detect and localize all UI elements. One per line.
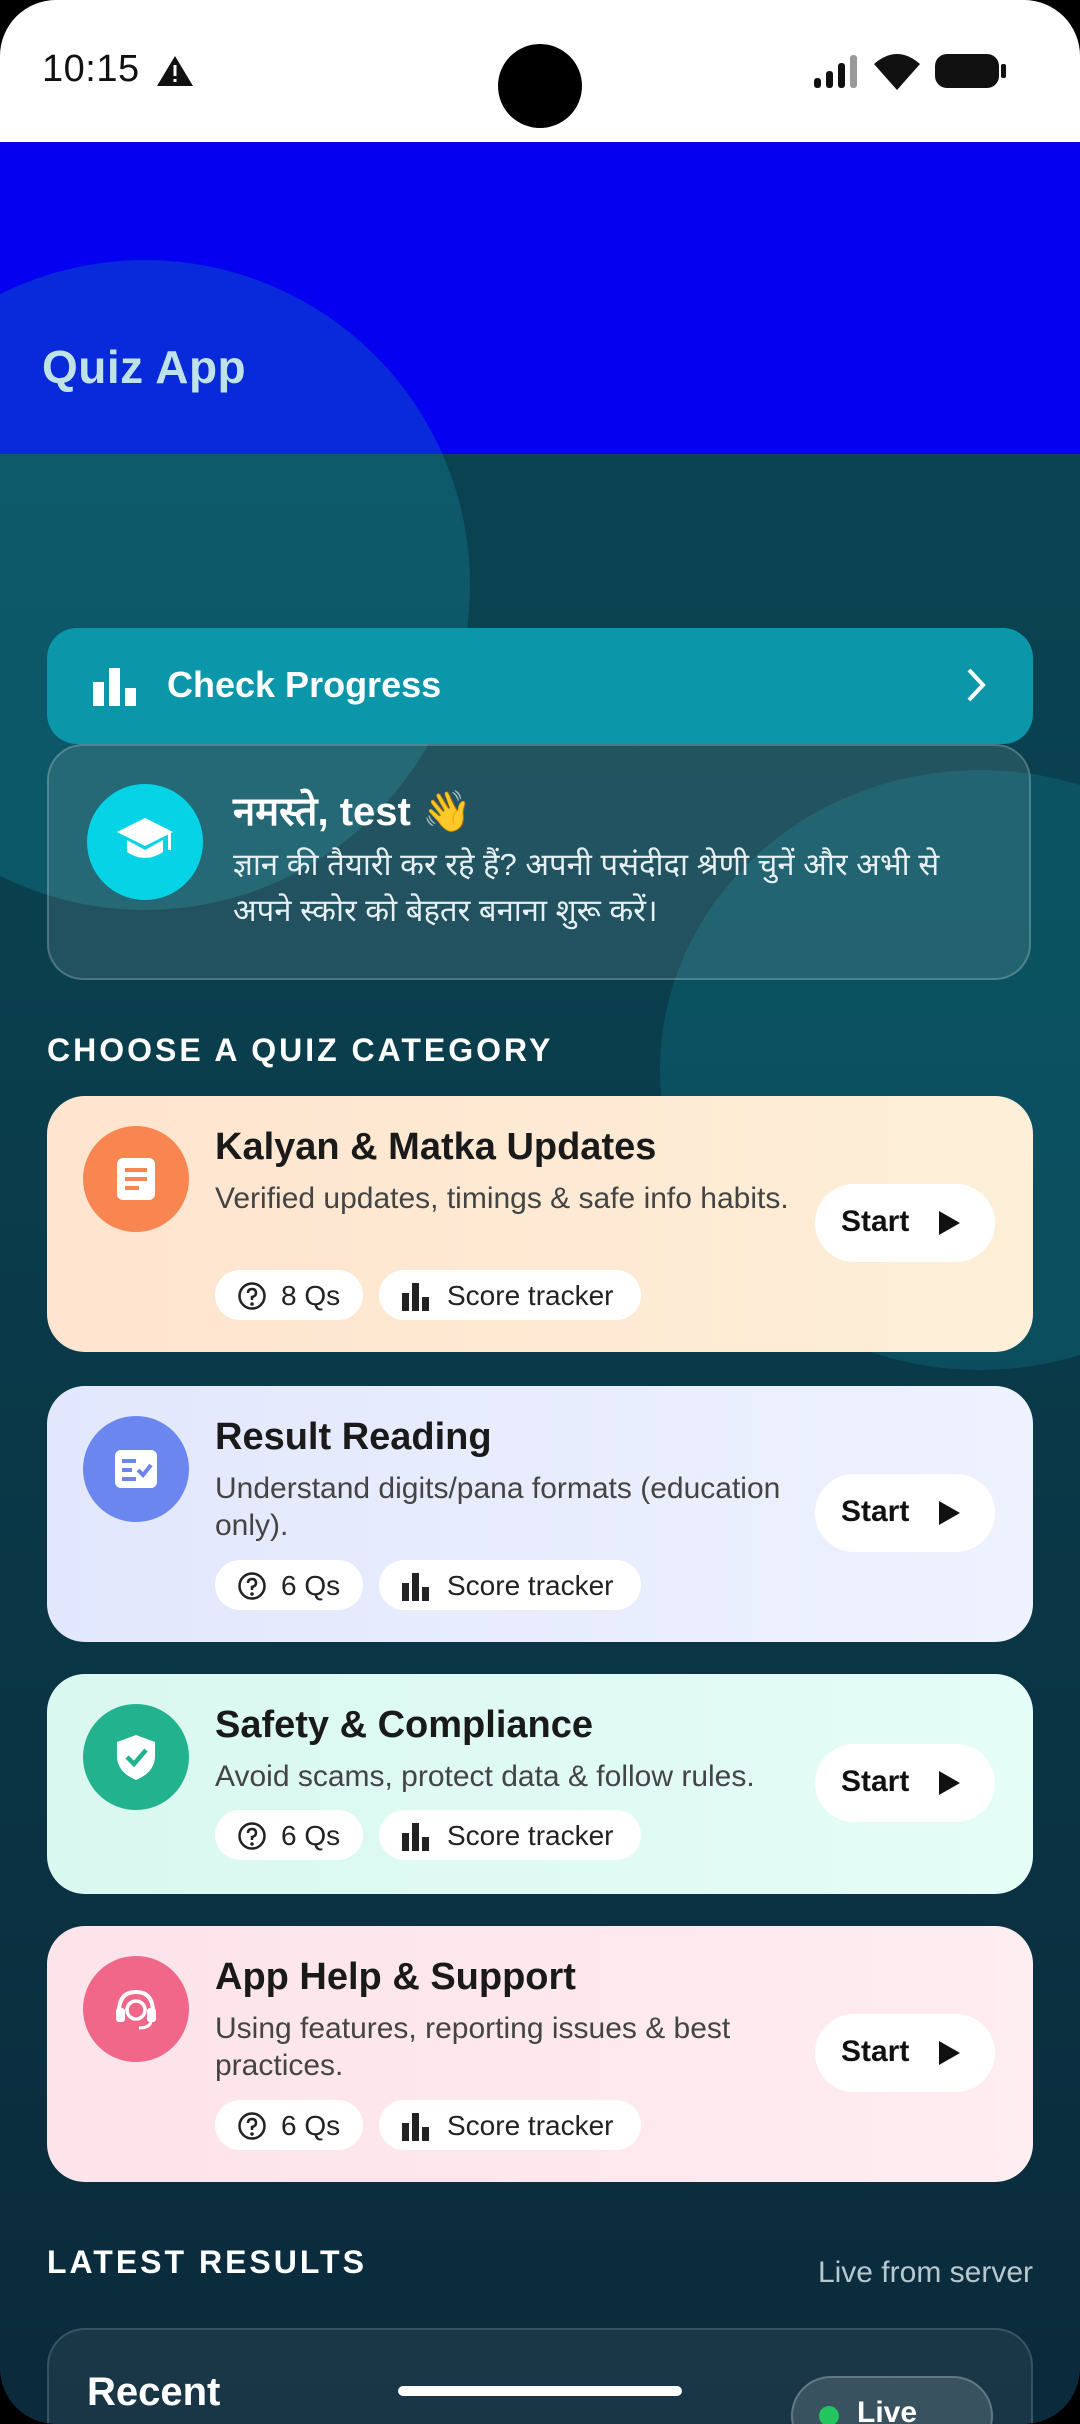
category-description: Understand digits/pana formats (educatio… [215,1472,781,1542]
check-progress-label: Check Progress [167,664,442,705]
question-count: 8 Qs [281,1280,341,1311]
phone-screen: 10:15 Quiz App Check Progress नमस्ते, te… [0,0,1080,2424]
score-tracker-chip: Score tracker [379,1270,641,1320]
recent-results-card: Recent Live [47,2328,1033,2424]
check-progress-button[interactable]: Check Progress [47,628,1033,744]
front-camera [498,44,582,128]
category-title: Kalyan & Matka Updates [215,1126,657,1168]
category-card[interactable]: Safety & Compliance Avoid scams, protect… [47,1674,1033,1894]
score-tracker-label: Score tracker [447,1570,614,1601]
play-icon [939,1501,960,1525]
help-circle-icon [238,2112,266,2140]
start-button[interactable]: Start [815,1474,995,1552]
cellular-signal-icon [814,55,857,88]
question-count-chip: 6 Qs [215,1560,363,1610]
bar-chart-icon [402,2113,429,2141]
help-circle-icon [238,1822,266,1850]
shield-check-icon [117,1735,155,1780]
start-button[interactable]: Start [815,1744,995,1822]
start-button[interactable]: Start [815,2014,995,2092]
live-badge: Live [791,2376,993,2424]
checklist-icon [115,1450,157,1488]
chevron-right-icon [967,668,986,702]
category-description: Using features, reporting issues & best … [215,2012,731,2082]
wifi-icon [874,54,920,90]
status-time: 10:15 [42,48,140,90]
score-tracker-chip: Score tracker [379,1560,641,1610]
live-label: Live [857,2396,918,2424]
question-count: 6 Qs [281,1570,341,1601]
start-label: Start [841,1765,910,1798]
greeting-card: नमस्ते, test 👋 ज्ञान की तैयारी कर रहे है… [47,744,1031,980]
greeting-avatar [87,784,203,900]
bar-chart-icon [402,1283,429,1311]
start-label: Start [841,1205,910,1238]
category-title: App Help & Support [215,1956,576,1998]
category-description: Avoid scams, protect data & follow rules… [215,1760,755,1793]
start-label: Start [841,2035,910,2068]
play-icon [939,1211,960,1235]
live-dot [819,2406,839,2424]
category-icon-circle [83,1416,189,1522]
support-agent-icon [116,1989,156,2030]
greeting-title: नमस्ते, test 👋 [233,790,472,834]
status-bar: 10:15 [0,0,1080,142]
question-count: 6 Qs [281,1820,341,1851]
help-circle-icon [238,1282,266,1310]
play-icon [939,1771,960,1795]
score-tracker-chip: Score tracker [379,2100,641,2150]
score-tracker-chip: Score tracker [379,1810,641,1860]
document-icon [117,1158,155,1200]
help-circle-icon [238,1572,266,1600]
start-button[interactable]: Start [815,1184,995,1262]
score-tracker-label: Score tracker [447,1820,614,1851]
bar-chart-icon [93,668,136,706]
warning-icon [157,56,193,86]
category-card[interactable]: Result Reading Understand digits/pana fo… [47,1386,1033,1642]
category-icon-circle [83,1126,189,1232]
category-description: Verified updates, timings & safe info ha… [215,1182,789,1215]
graduation-cap-icon [117,818,173,858]
home-indicator[interactable] [398,2386,682,2396]
recent-title: Recent [87,2370,221,2414]
category-card[interactable]: App Help & Support Using features, repor… [47,1926,1033,2182]
latest-results-subtitle: Live from server [817,2256,1033,2289]
bar-chart-icon [402,1573,429,1601]
category-title: Safety & Compliance [215,1704,593,1746]
question-count-chip: 6 Qs [215,1810,363,1860]
question-count-chip: 6 Qs [215,2100,363,2150]
start-label: Start [841,1495,910,1528]
categories-section-title: CHOOSE A QUIZ CATEGORY [47,1032,554,1068]
score-tracker-label: Score tracker [447,1280,614,1311]
battery-icon [935,54,1006,88]
category-icon-circle [83,1704,189,1810]
score-tracker-label: Score tracker [447,2110,614,2141]
category-icon-circle [83,1956,189,2062]
bar-chart-icon [402,1823,429,1851]
latest-results-title: LATEST RESULTS [47,2244,367,2280]
category-title: Result Reading [215,1416,492,1458]
question-count: 6 Qs [281,2110,341,2141]
greeting-text: ज्ञान की तैयारी कर रहे हैं? अपनी पसंदीदा… [233,847,940,928]
question-count-chip: 8 Qs [215,1270,363,1320]
play-icon [939,2041,960,2065]
category-card[interactable]: Kalyan & Matka Updates Verified updates,… [47,1096,1033,1352]
